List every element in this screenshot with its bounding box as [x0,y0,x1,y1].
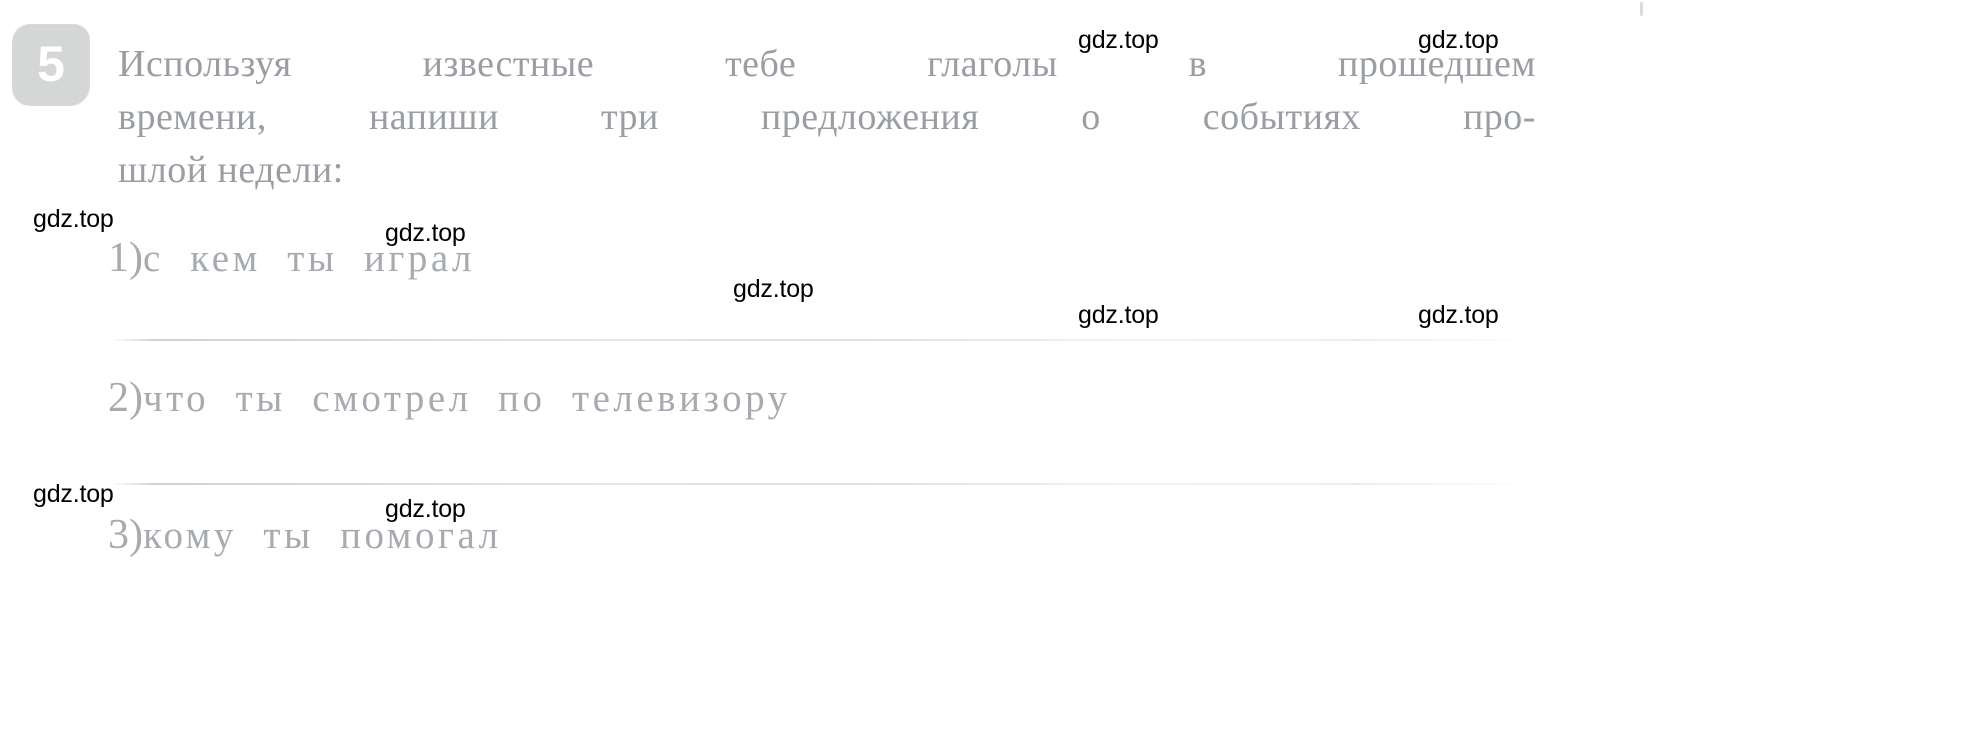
scan-speck [1640,2,1643,16]
watermark: gdz.top [385,219,466,247]
prompt-word: в [1188,43,1208,85]
task-prompt: Используя известные тебе глаголы в проше… [118,38,1536,197]
watermark: gdz.top [1078,301,1159,329]
prompt-word: про- [1462,96,1536,138]
exercise-number-badge: 5 [12,24,90,106]
prompt-word: напиши [368,96,499,138]
answer-2-number: 2) [108,375,143,421]
answer-line-2: 2)что ты смотрел по телевизору [108,375,791,422]
watermark: gdz.top [733,275,814,303]
watermark: gdz.top [33,480,114,508]
prompt-word: предложения [760,96,980,138]
prompt-word: известные [422,43,595,85]
prompt-word: три [600,96,659,138]
prompt-word: Используя [118,43,292,85]
watermark: gdz.top [1418,26,1499,54]
writing-rule-2 [112,483,1532,485]
prompt-word: о [1081,96,1101,138]
watermark: gdz.top [33,205,114,233]
prompt-word: времени, [118,96,267,138]
answer-3-number: 3) [108,512,143,558]
worksheet-page: 5 Используя известные тебе глаголы в про… [0,0,1967,754]
writing-rule-1 [112,339,1532,341]
prompt-word: событиях [1202,96,1361,138]
prompt-line-1: Используя известные тебе глаголы в проше… [118,38,1536,91]
exercise-number-label: 5 [37,36,65,92]
watermark: gdz.top [1418,301,1499,329]
prompt-word: тебе [725,43,797,85]
watermark: gdz.top [385,495,466,523]
prompt-line-2: времени, напиши три предложения о событи… [118,91,1536,144]
answer-2-text: что ты смотрел по телевизору [143,377,791,420]
watermark: gdz.top [1078,26,1159,54]
answer-1-number: 1) [108,235,143,281]
prompt-line-3: шлой недели: [118,144,1536,197]
prompt-word: глаголы [927,43,1058,85]
prompt-line-3-text: шлой недели: [118,149,344,191]
